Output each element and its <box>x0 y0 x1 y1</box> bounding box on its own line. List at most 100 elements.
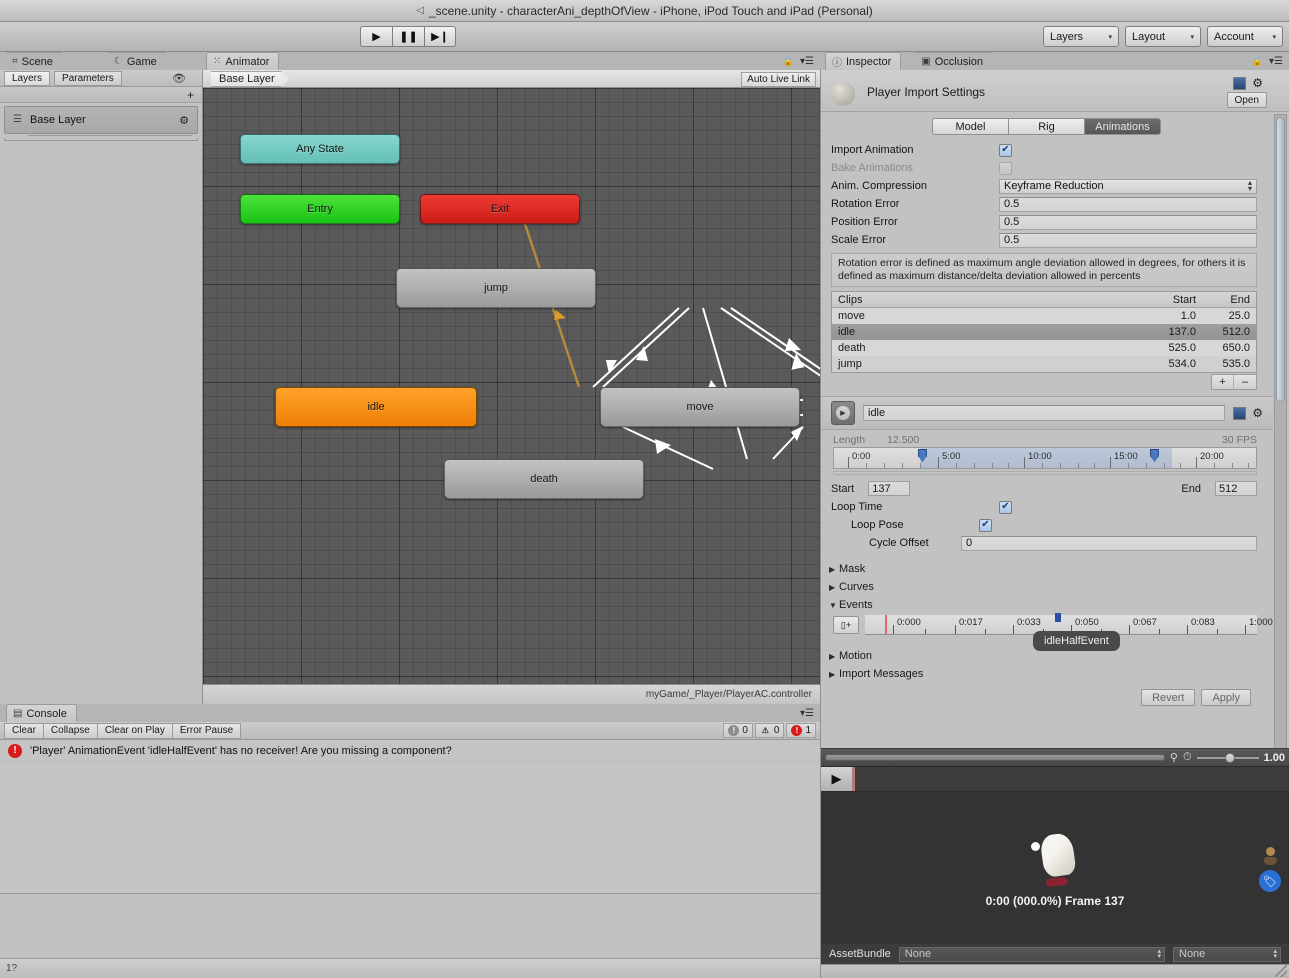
state-node-jump[interactable]: jump <box>396 268 596 308</box>
revert-button[interactable]: Revert <box>1141 689 1196 706</box>
state-node-death[interactable]: death <box>444 459 644 499</box>
state-node-any-state[interactable]: Any State <box>240 134 400 164</box>
layer-item-base-layer[interactable]: ☰ Base Layer ⚙ <box>4 106 198 134</box>
events-playhead[interactable] <box>885 615 887 634</box>
auto-live-link-button[interactable]: Auto Live Link <box>741 72 816 87</box>
animator-state-graph[interactable]: Any State Entry Exit jump idle move deat… <box>203 88 820 684</box>
account-dropdown[interactable]: Account ▾ <box>1207 26 1283 47</box>
foldout-mask[interactable]: ▶ Mask <box>821 560 1273 578</box>
panel-menu-icon[interactable]: ▾☰ <box>800 708 814 719</box>
console-icon: ▤ <box>13 708 23 719</box>
slider-knob[interactable] <box>1224 752 1235 763</box>
clip-end: 650.0 <box>1222 342 1250 354</box>
gear-icon[interactable]: ⚙ <box>179 114 189 127</box>
scale-error-input[interactable]: 0.5 <box>999 232 1257 248</box>
table-row[interactable]: death 525.0 650.0 <box>832 340 1256 356</box>
play-button[interactable]: ▶ <box>360 26 392 47</box>
clip-timeline-ruler[interactable]: 0:00 5:00 10:00 15:00 20:00 <box>833 447 1257 469</box>
add-layer-button[interactable]: + <box>187 88 194 102</box>
step-button[interactable]: ▶❙ <box>424 26 456 47</box>
apply-button[interactable]: Apply <box>1201 689 1251 706</box>
panel-menu-icon[interactable]: ▾☰ <box>800 56 814 67</box>
tab-scene[interactable]: ⌗ Scene <box>6 52 62 70</box>
tab-occlusion[interactable]: ▣ Occlusion <box>915 52 992 70</box>
loop-time-checkbox[interactable] <box>999 500 1012 514</box>
breadcrumb[interactable]: Base Layer <box>211 70 289 87</box>
pivot-icon[interactable]: ⚲ <box>1170 751 1178 764</box>
tab-rig[interactable]: Rig <box>1008 118 1085 135</box>
gear-icon[interactable]: ⚙ <box>1252 76 1263 90</box>
lock-icon[interactable]: 🔒 <box>783 56 794 67</box>
warning-count[interactable]: ⚠ 0 <box>754 723 785 738</box>
tag-icon[interactable]: 🏷 <box>1259 870 1281 892</box>
pause-button[interactable]: ❚❚ <box>392 26 424 47</box>
clear-button[interactable]: Clear <box>4 722 44 739</box>
animator-tabstrip: ⁙ Animator 🔒 ▾☰ <box>203 52 820 70</box>
tab-animator[interactable]: ⁙ Animator <box>206 52 280 70</box>
import-animation-checkbox[interactable] <box>999 143 1012 157</box>
preview-play-button[interactable]: ▶ <box>821 767 855 791</box>
eye-icon[interactable]: 👁 <box>172 72 186 85</box>
tab-console[interactable]: ▤ Console <box>6 704 77 722</box>
table-row[interactable]: idle 137.0 512.0 <box>832 324 1256 340</box>
assetbundle-variant-select[interactable]: None ▴ ▾ <box>1173 946 1281 962</box>
gear-icon[interactable]: ⚙ <box>1252 406 1263 420</box>
start-input[interactable]: 137 <box>868 481 911 496</box>
tab-model[interactable]: Model <box>932 118 1009 135</box>
layers-dropdown[interactable]: Layers ▾ <box>1043 26 1119 47</box>
layout-dropdown[interactable]: Layout ▾ <box>1125 26 1201 47</box>
speed-clock-icon[interactable]: ⏱ <box>1183 751 1192 764</box>
clear-on-play-button[interactable]: Clear on Play <box>96 722 173 739</box>
animation-event-marker[interactable] <box>1055 613 1061 622</box>
foldout-import-messages[interactable]: ▶ Import Messages <box>821 665 1273 683</box>
resize-grip[interactable] <box>1275 965 1287 977</box>
console-message-row[interactable]: ! 'Player' AnimationEvent 'idleHalfEvent… <box>0 740 820 762</box>
table-row[interactable]: jump 534.0 535.0 <box>832 356 1256 372</box>
prefab-cube-icon[interactable] <box>1233 76 1247 90</box>
collapse-button[interactable]: Collapse <box>42 722 98 739</box>
clip-play-button[interactable]: ▶ <box>831 401 855 425</box>
state-node-idle[interactable]: idle <box>275 387 477 427</box>
inspector-scrollbar[interactable] <box>1274 114 1287 826</box>
state-node-move[interactable]: move <box>600 387 800 427</box>
remove-clip-button[interactable]: – <box>1234 375 1256 389</box>
console-message-list[interactable]: ! 'Player' AnimationEvent 'idleHalfEvent… <box>0 740 820 894</box>
tab-layers[interactable]: Layers <box>4 70 51 86</box>
clip-name-input[interactable]: idle <box>863 405 1226 421</box>
info-count[interactable]: ! 0 <box>723 723 753 738</box>
position-error-input[interactable]: 0.5 <box>999 214 1257 230</box>
state-node-exit[interactable]: Exit <box>420 194 580 224</box>
prefab-cube-icon[interactable] <box>1233 406 1247 420</box>
rotation-error-input[interactable]: 0.5 <box>999 196 1257 212</box>
tab-parameters[interactable]: Parameters <box>54 70 122 86</box>
scrollbar-thumb[interactable] <box>1276 117 1285 402</box>
animator-breadcrumb-bar: Base Layer Auto Live Link <box>203 70 820 88</box>
add-event-button[interactable]: ▯+ <box>833 616 859 634</box>
anim-compression-select[interactable]: Keyframe Reduction ▴ ▾ <box>999 178 1257 194</box>
table-row[interactable]: move 1.0 25.0 <box>832 308 1256 324</box>
preview-canvas[interactable]: 0:00 (000.0%) Frame 137 🏷 <box>821 792 1289 944</box>
state-transition-arrows <box>523 223 820 470</box>
loop-pose-checkbox[interactable] <box>979 518 992 532</box>
events-timeline[interactable]: 0:000 0:017 0:033 0:050 0:067 0:083 1:00… <box>865 613 1273 651</box>
preview-speed-slider[interactable] <box>1196 752 1259 763</box>
error-pause-button[interactable]: Error Pause <box>171 722 242 739</box>
foldout-events[interactable]: ▼ Events <box>821 596 1273 614</box>
state-node-entry[interactable]: Entry <box>240 194 400 224</box>
foldout-curves[interactable]: ▶ Curves <box>821 578 1273 596</box>
error-count[interactable]: ! 1 <box>786 723 816 738</box>
open-button[interactable]: Open <box>1226 92 1267 108</box>
add-clip-button[interactable]: + <box>1212 375 1234 389</box>
cycle-offset-label: Cycle Offset <box>869 537 929 549</box>
preview-splitter[interactable] <box>825 754 1165 761</box>
lock-icon[interactable]: 🔒 <box>1252 56 1263 67</box>
drag-handle-icon[interactable]: ☰ <box>13 115 22 125</box>
end-input[interactable]: 512 <box>1215 481 1257 496</box>
tab-animations[interactable]: Animations <box>1084 118 1161 135</box>
assetbundle-select[interactable]: None ▴ ▾ <box>898 946 1165 962</box>
avatar-icon[interactable] <box>1263 847 1278 865</box>
panel-menu-icon[interactable]: ▾☰ <box>1269 56 1283 67</box>
tab-inspector[interactable]: ⓘ Inspector <box>825 52 902 70</box>
cycle-offset-input[interactable]: 0 <box>961 535 1257 551</box>
tab-game[interactable]: ☾ Game <box>107 52 166 70</box>
